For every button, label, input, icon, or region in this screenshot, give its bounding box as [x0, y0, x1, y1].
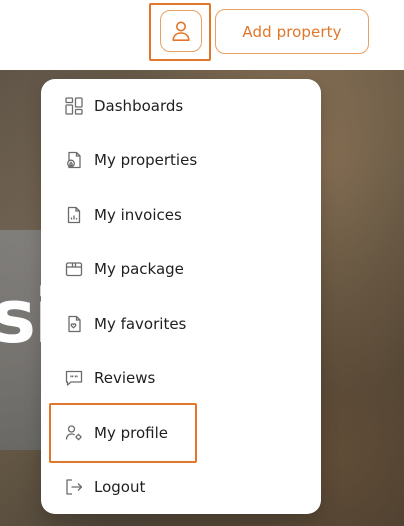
menu-item-label: My favorites [94, 315, 187, 333]
favorites-icon [64, 314, 84, 334]
menu-item-label: My properties [94, 151, 198, 169]
user-menu-button[interactable] [160, 10, 202, 52]
menu-item-label: My package [94, 260, 184, 278]
my-profile-highlight [49, 403, 197, 463]
menu-item-label: Reviews [94, 369, 156, 387]
menu-item-label: My invoices [94, 206, 182, 224]
menu-item-logout[interactable]: Logout [41, 465, 321, 509]
user-icon [171, 20, 191, 42]
menu-item-label: Dashboards [94, 97, 184, 115]
package-icon [64, 259, 84, 279]
menu-item-dashboards[interactable]: Dashboards [41, 84, 321, 128]
menu-item-label: Logout [94, 478, 146, 496]
menu-item-reviews[interactable]: Reviews [41, 356, 321, 400]
menu-item-my-favorites[interactable]: My favorites [41, 302, 321, 346]
properties-icon [64, 150, 84, 170]
menu-item-my-properties[interactable]: My properties [41, 138, 321, 182]
menu-item-my-package[interactable]: My package [41, 247, 321, 291]
add-property-button[interactable]: Add property [215, 9, 369, 54]
reviews-icon [64, 368, 84, 388]
dashboard-icon [64, 96, 84, 116]
menu-item-my-invoices[interactable]: My invoices [41, 193, 321, 237]
invoice-icon [64, 205, 84, 225]
top-bar: Add property [0, 0, 404, 70]
logout-icon [64, 477, 84, 497]
